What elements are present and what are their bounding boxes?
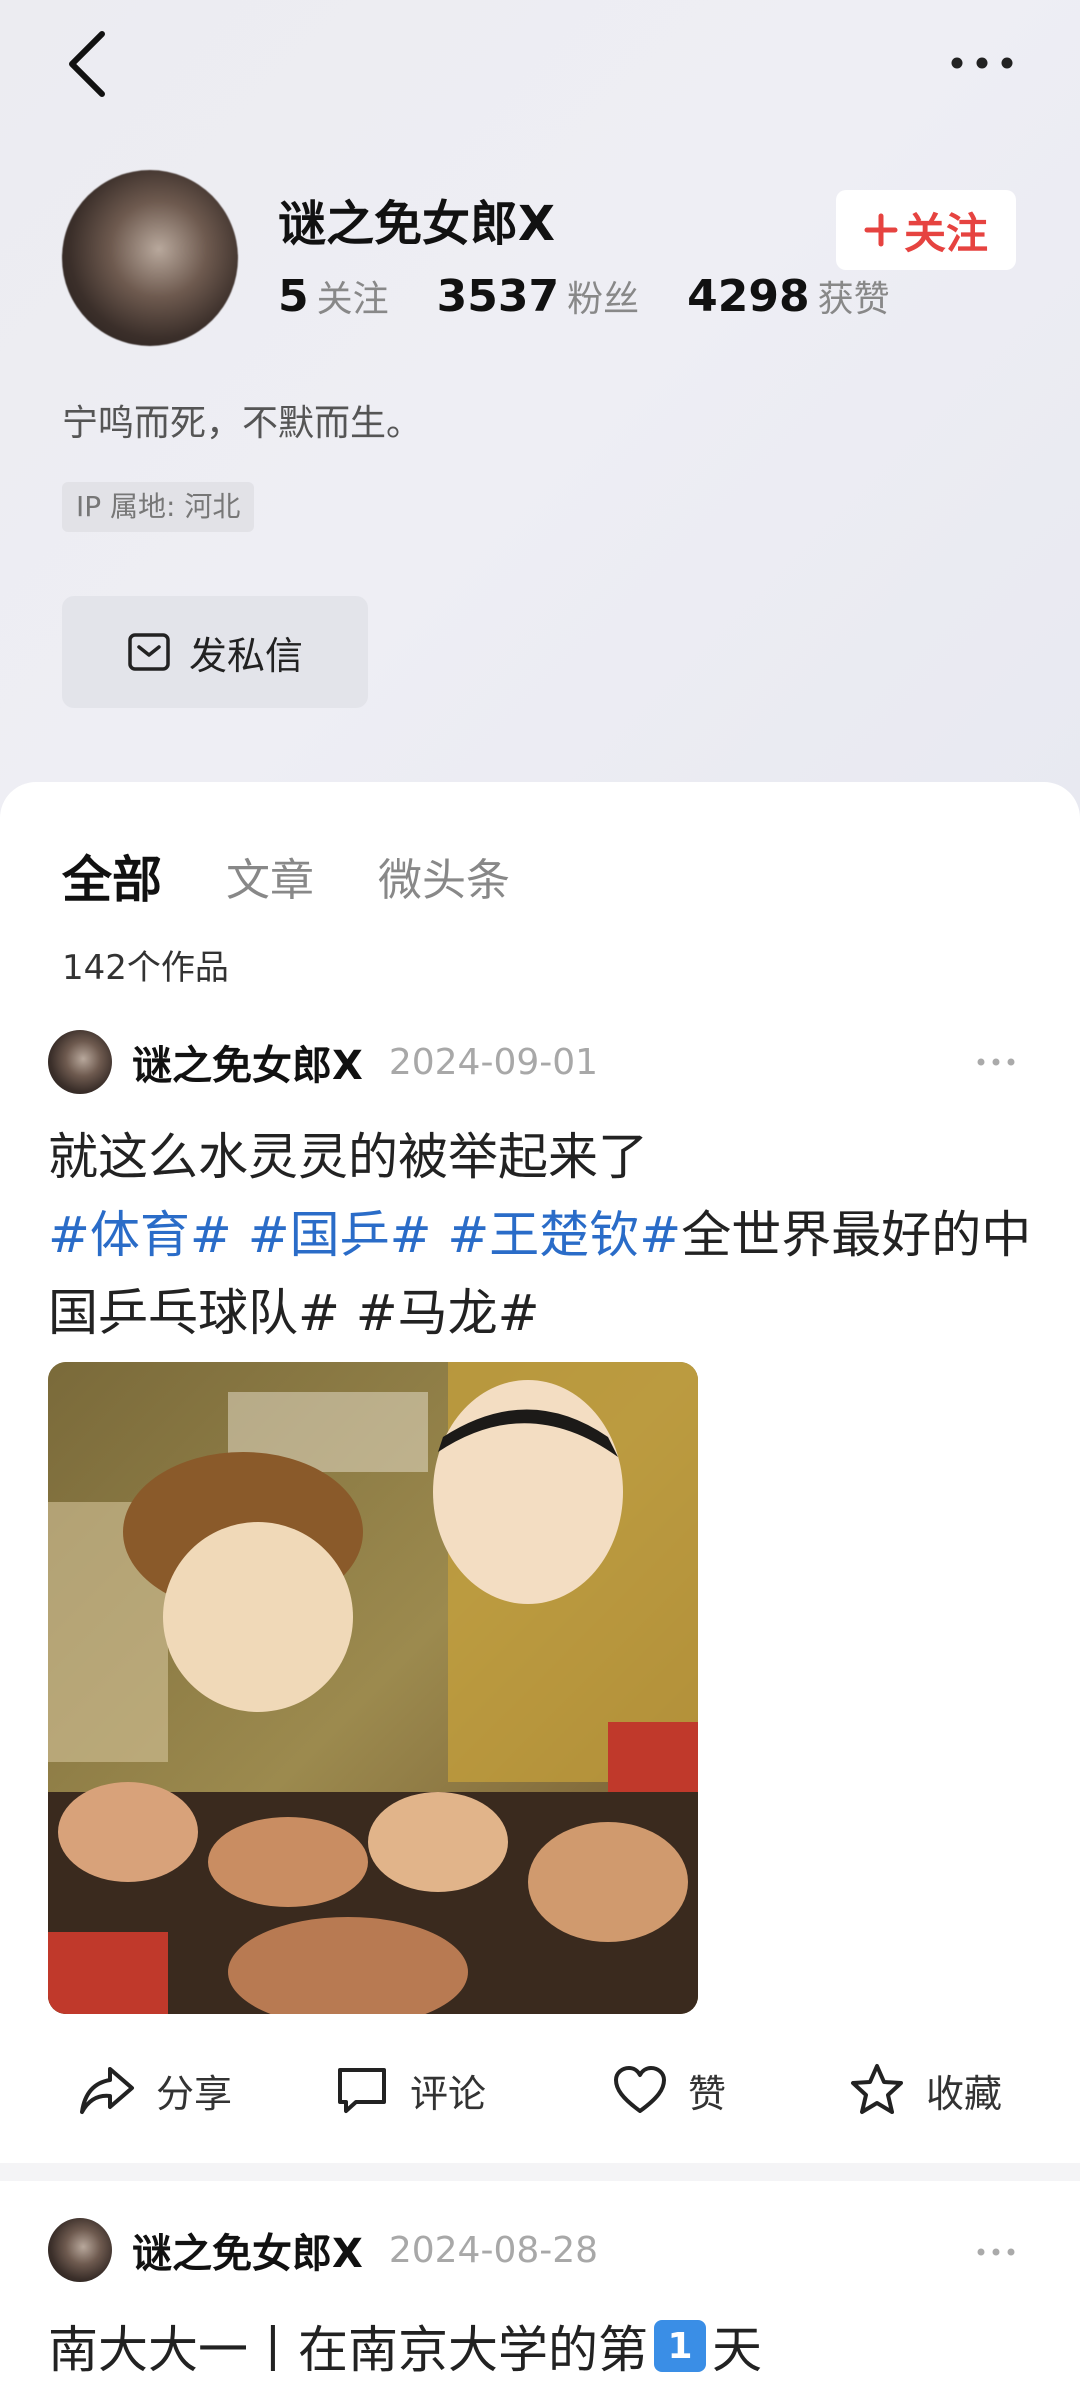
post-date: 2024-08-28 xyxy=(388,2229,599,2271)
post-photo xyxy=(48,1362,698,2014)
like-button[interactable]: 赞 xyxy=(612,2050,726,2130)
post-image[interactable] xyxy=(48,1362,698,2014)
comment-button[interactable]: 评论 xyxy=(334,2050,486,2130)
avatar[interactable] xyxy=(62,170,238,346)
followers-count[interactable]: 3537 xyxy=(437,271,559,322)
heart-icon xyxy=(614,2066,666,2113)
send-message-label: 发私信 xyxy=(188,633,303,678)
send-message-button[interactable]: 发私信 xyxy=(62,596,368,708)
plus-icon xyxy=(864,213,898,247)
post-header: 谜之免女郎X 2024-08-28 xyxy=(48,2218,598,2282)
following-count[interactable]: 5 xyxy=(278,271,309,322)
post-avatar[interactable] xyxy=(48,2218,112,2282)
profile-stats: 5 关注 3537 粉丝 4298 获赞 xyxy=(278,270,890,322)
more-button[interactable] xyxy=(940,40,1024,86)
follow-button[interactable]: 关注 xyxy=(836,190,1016,270)
post-tags-line: #体育# #国乒# #王楚钦#全世界最好的中国乒乓球队# #马龙# xyxy=(48,1196,1038,1352)
likes-count: 4298 xyxy=(687,271,810,322)
post-date: 2024-09-01 xyxy=(388,1041,599,1083)
likes-label: 获赞 xyxy=(817,279,890,320)
post-text-line: 就这么水灵灵的被举起来了 xyxy=(48,1128,648,1186)
collect-label: 收藏 xyxy=(926,2071,1003,2116)
following-label[interactable]: 关注 xyxy=(317,270,389,322)
star-icon xyxy=(851,2064,903,2114)
tab-articles[interactable]: 文章 xyxy=(226,844,314,908)
post-text[interactable]: 南大大一丨在南京大学的第 1 天 xyxy=(48,2310,762,2382)
hashtag-link[interactable]: #国乒# xyxy=(248,1206,432,1264)
post-more-button[interactable] xyxy=(966,1050,1026,1074)
post-actions: 分享 评论 赞 收藏 xyxy=(0,2050,1080,2130)
more-icon xyxy=(977,2248,1015,2256)
post-more-button[interactable] xyxy=(966,2240,1026,2264)
collect-button[interactable]: 收藏 xyxy=(848,2050,1002,2130)
back-button[interactable] xyxy=(56,28,116,100)
profile-bio: 宁鸣而死，不默而生。 xyxy=(62,403,423,444)
like-label: 赞 xyxy=(688,2071,727,2116)
post-text-end: 天 xyxy=(712,2321,762,2379)
profile-name: 谜之免女郎X xyxy=(278,196,556,252)
content-tabs: 全部 文章 微头条 xyxy=(62,840,574,912)
number-badge: 1 xyxy=(654,2320,706,2372)
followers-label[interactable]: 粉丝 xyxy=(567,270,639,322)
more-icon xyxy=(977,1058,1015,1066)
share-icon xyxy=(80,2067,134,2114)
share-button[interactable]: 分享 xyxy=(78,2050,232,2130)
share-label: 分享 xyxy=(156,2071,233,2116)
post-author[interactable]: 谜之免女郎X xyxy=(132,1033,363,1091)
hashtag-link[interactable]: #王楚钦# xyxy=(447,1206,681,1264)
more-icon xyxy=(951,57,1013,69)
comment-label: 评论 xyxy=(410,2071,487,2116)
post-divider xyxy=(0,2163,1080,2181)
ip-location-badge: IP 属地: 河北 xyxy=(62,482,255,532)
tab-micro-posts[interactable]: 微头条 xyxy=(378,844,510,908)
post-text-start: 南大大一丨在南京大学的第 xyxy=(48,2321,648,2379)
post-avatar[interactable] xyxy=(48,1030,112,1094)
comment-icon xyxy=(338,2068,386,2113)
hashtag-link[interactable]: #体育# xyxy=(48,1206,232,1264)
works-count: 142个作品 xyxy=(62,948,229,988)
tab-all[interactable]: 全部 xyxy=(62,840,162,912)
back-icon xyxy=(69,31,105,97)
post-header: 谜之免女郎X 2024-09-01 xyxy=(48,1030,598,1094)
post-text[interactable]: 就这么水灵灵的被举起来了 #体育# #国乒# #王楚钦#全世界最好的中国乒乓球队… xyxy=(48,1118,1038,1352)
follow-label: 关注 xyxy=(903,208,988,258)
post-author[interactable]: 谜之免女郎X xyxy=(132,2221,363,2279)
mail-icon xyxy=(128,633,170,671)
